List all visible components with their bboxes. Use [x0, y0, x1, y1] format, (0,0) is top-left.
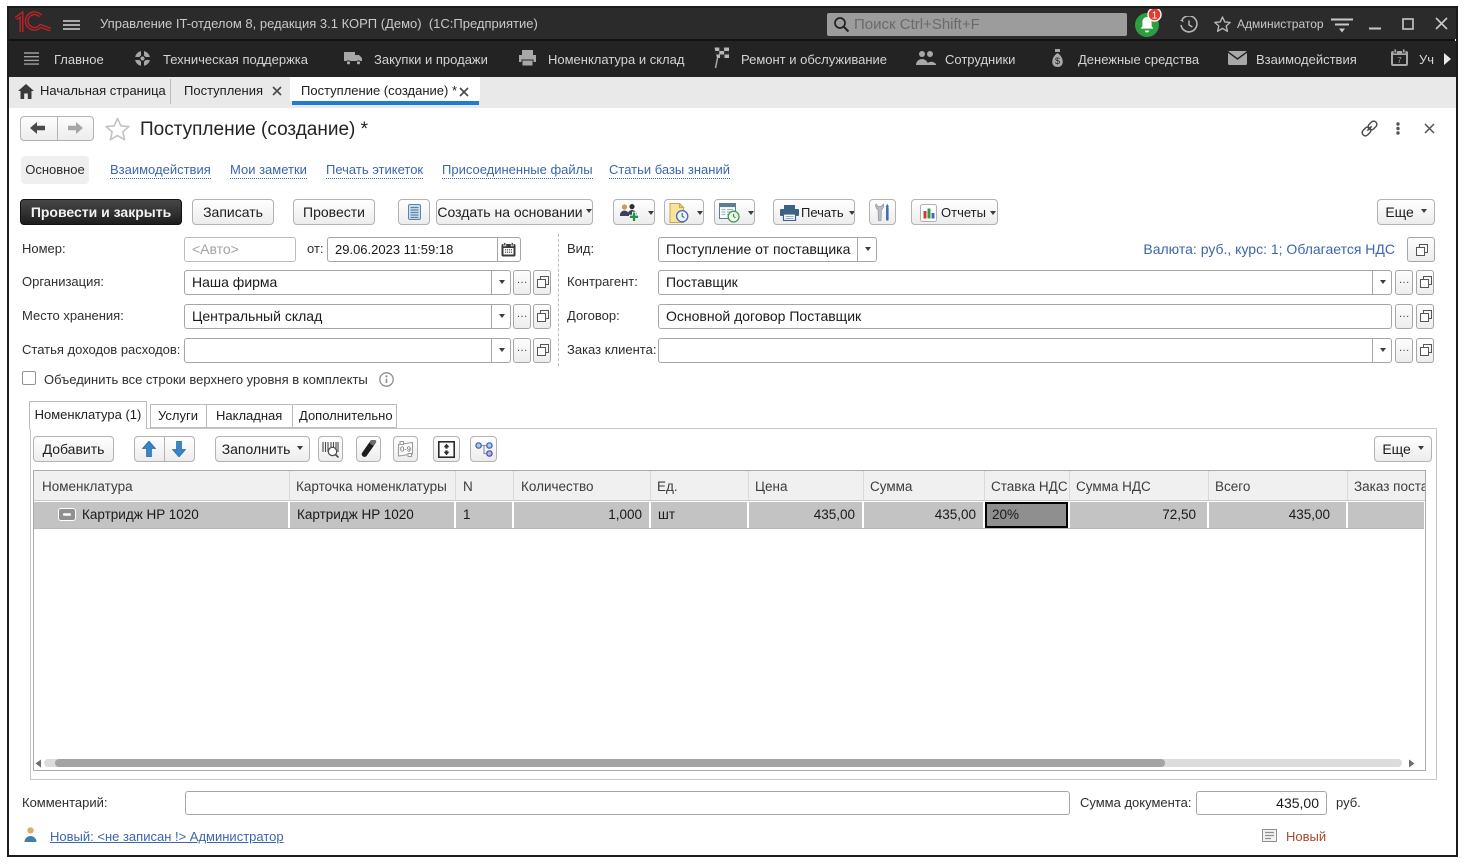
svg-text:$: $: [1055, 56, 1060, 66]
svg-text:1: 1: [1152, 11, 1158, 22]
svg-text:0-9: 0-9: [400, 445, 411, 454]
svg-text:7: 7: [1397, 56, 1402, 65]
